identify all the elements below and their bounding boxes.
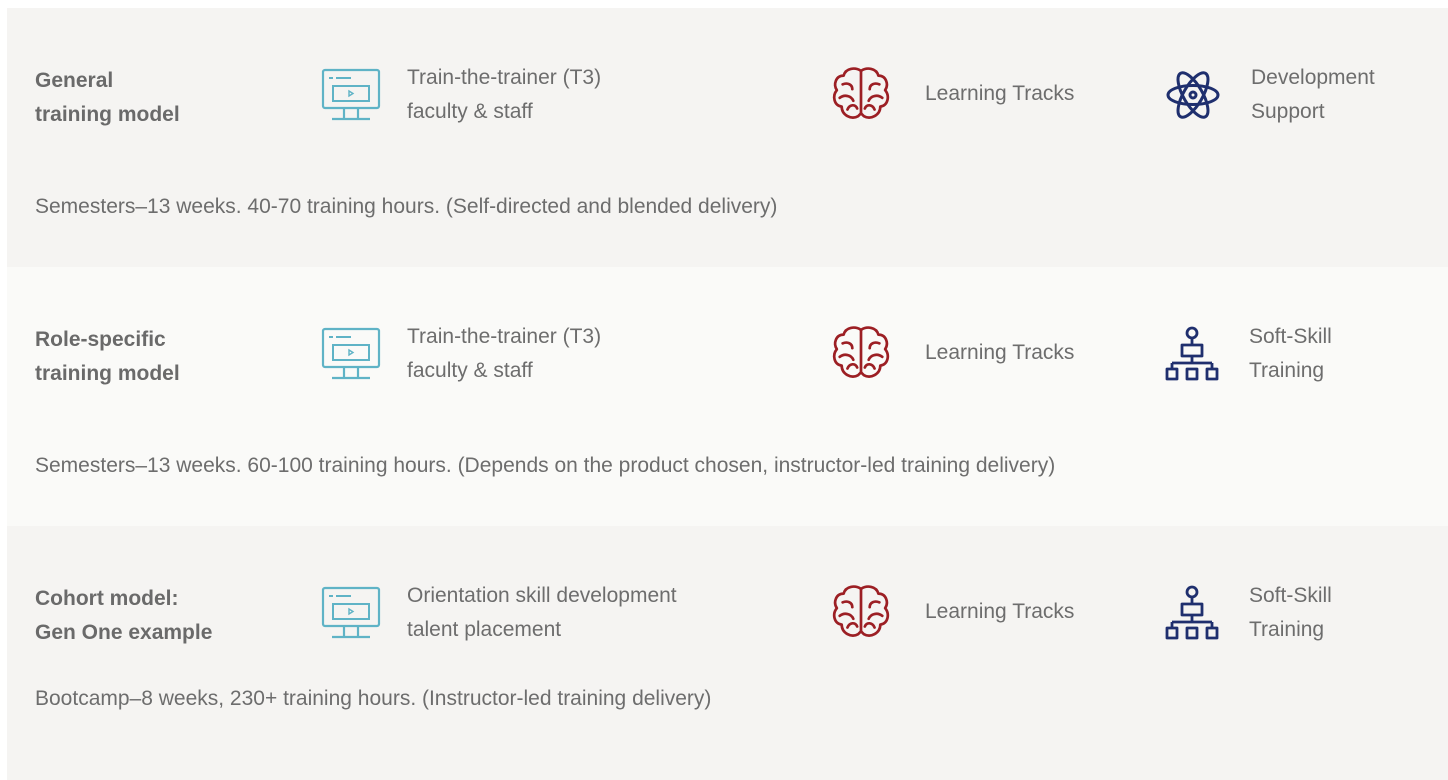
- feature-label-line1: Soft-Skill: [1249, 584, 1332, 607]
- feature-soft-skill-training: Soft-Skill Training: [1165, 320, 1448, 388]
- brain-icon: [831, 584, 891, 640]
- model-cohort: Cohort model: Gen One example Orientatio…: [7, 526, 1448, 780]
- monitor-icon: [321, 585, 381, 641]
- feature-label-line1: Soft-Skill: [1249, 325, 1332, 348]
- model-title-line1: General: [35, 69, 114, 92]
- monitor-icon: [321, 326, 381, 382]
- feature-learning-tracks: Learning Tracks: [831, 66, 1155, 122]
- feature-label-line1: Learning Tracks: [925, 341, 1075, 364]
- feature-label-line2: Training: [1249, 359, 1325, 382]
- model-title: Role-specific training model: [35, 323, 265, 391]
- feature-label-line2: faculty & staff: [407, 359, 533, 382]
- feature-train-the-trainer: Train-the-trainer (T3) faculty & staff: [321, 61, 797, 129]
- model-description: Semesters–13 weeks. 60-100 training hour…: [35, 454, 1056, 477]
- model-title-line2: Gen One example: [35, 621, 213, 644]
- feature-label-line1: Train-the-trainer (T3): [407, 66, 602, 89]
- feature-label-line2: talent placement: [407, 618, 562, 641]
- monitor-icon: [321, 67, 381, 123]
- feature-label-line2: Support: [1251, 100, 1325, 123]
- model-title: General training model: [35, 64, 265, 132]
- feature-label-line1: Learning Tracks: [925, 600, 1075, 623]
- model-title-line2: training model: [35, 103, 180, 126]
- model-title-line1: Role-specific: [35, 328, 166, 351]
- feature-label-line1: Learning Tracks: [925, 82, 1075, 105]
- brain-icon: [831, 66, 891, 122]
- model-title-line2: training model: [35, 362, 180, 385]
- feature-label-line2: faculty & staff: [407, 100, 533, 123]
- feature-label-line2: Training: [1249, 618, 1325, 641]
- model-description: Bootcamp–8 weeks, 230+ training hours. (…: [35, 687, 712, 710]
- model-description: Semesters–13 weeks. 40-70 training hours…: [35, 195, 778, 218]
- brain-icon: [831, 325, 891, 381]
- model-title-line1: Cohort model:: [35, 587, 179, 610]
- feature-learning-tracks: Learning Tracks: [831, 584, 1155, 640]
- feature-train-the-trainer: Train-the-trainer (T3) faculty & staff: [321, 320, 797, 388]
- feature-learning-tracks: Learning Tracks: [831, 325, 1155, 381]
- model-title: Cohort model: Gen One example: [35, 582, 265, 650]
- model-role-specific-training: Role-specific training model Train-the-t…: [7, 267, 1448, 526]
- feature-label-line1: Development: [1251, 66, 1375, 89]
- training-models: General training model Train-the-trainer…: [0, 0, 1448, 780]
- feature-development-support: Development Support: [1165, 61, 1448, 129]
- atom-icon: [1165, 67, 1221, 123]
- feature-label-line1: Orientation skill development: [407, 584, 677, 607]
- model-general-training: General training model Train-the-trainer…: [7, 8, 1448, 267]
- org-chart-icon: [1165, 326, 1219, 382]
- feature-orientation: Orientation skill development talent pla…: [321, 579, 797, 647]
- feature-label-line1: Train-the-trainer (T3): [407, 325, 602, 348]
- feature-soft-skill-training: Soft-Skill Training: [1165, 579, 1448, 647]
- org-chart-icon: [1165, 585, 1219, 641]
